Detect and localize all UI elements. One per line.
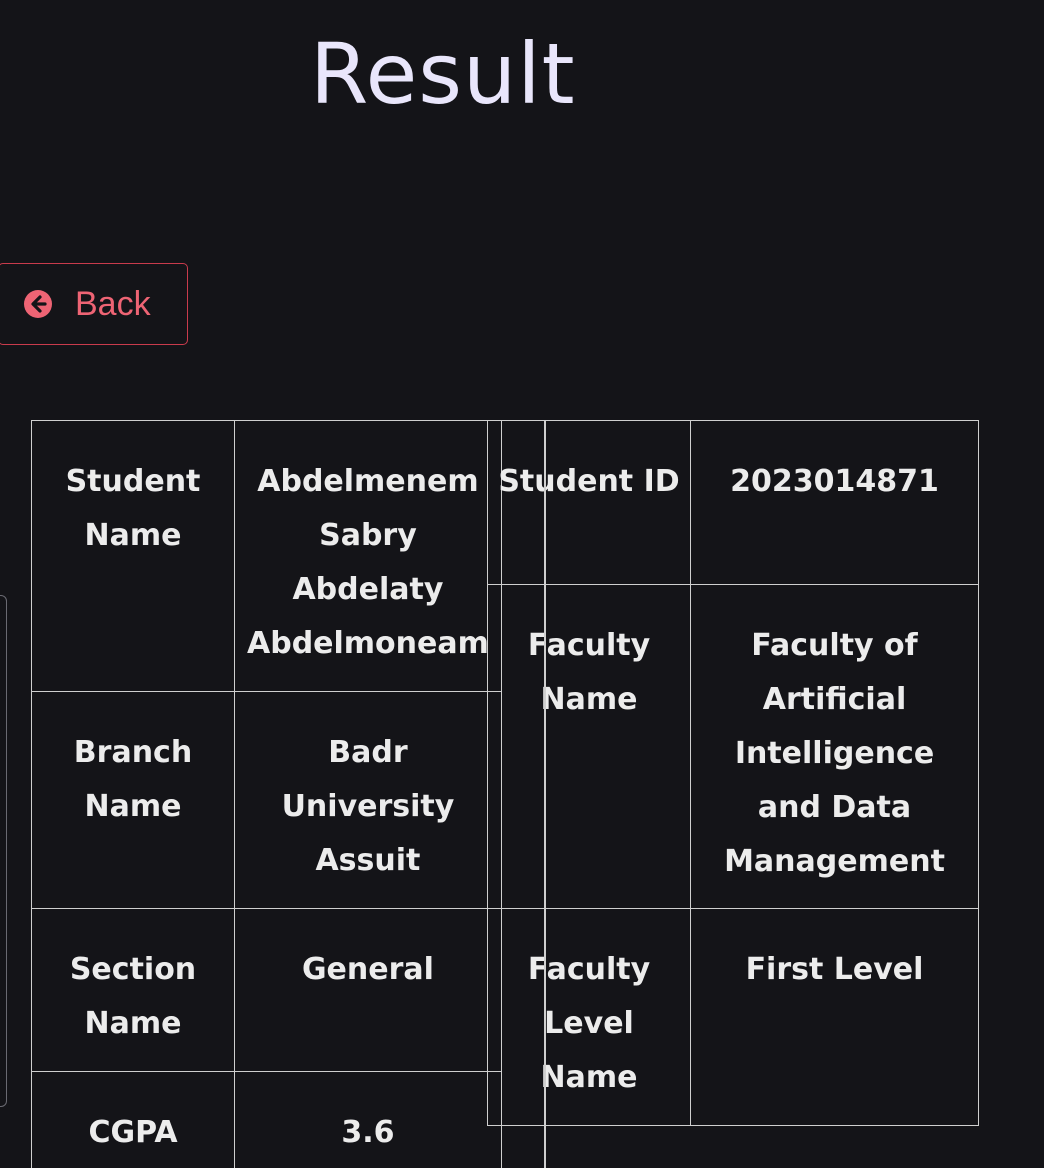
cgpa-label: CGPA	[31, 1071, 235, 1168]
table-row: Branch Name Badr University Assuit	[31, 691, 502, 909]
table-row: CGPA 3.6	[31, 1071, 502, 1168]
branch-name-value: Badr University Assuit	[234, 691, 502, 909]
back-button[interactable]: Back	[0, 263, 188, 345]
section-name-label: Section Name	[31, 908, 235, 1072]
section-name-value: General	[234, 908, 502, 1072]
faculty-name-label: Faculty Name	[487, 584, 691, 909]
student-info-table: Student Name Abdelmenem Sabry Abdelaty A…	[31, 420, 502, 1168]
arrow-circle-left-icon	[23, 289, 53, 319]
student-name-label: Student Name	[31, 420, 235, 692]
result-page: Result Back Student Name Abdelmenem Sabr…	[0, 0, 1044, 1168]
table-row: Faculty Name Faculty of Artificial Intel…	[487, 584, 979, 909]
cgpa-value: 3.6	[234, 1071, 502, 1168]
side-panel-edge	[0, 595, 7, 1107]
branch-name-label: Branch Name	[31, 691, 235, 909]
faculty-name-value: Faculty of Artificial Intelligence and D…	[690, 584, 979, 909]
table-row: Faculty Level Name First Level	[487, 908, 979, 1126]
page-title: Result	[310, 25, 576, 123]
back-button-label: Back	[75, 284, 151, 323]
faculty-level-value: First Level	[690, 908, 979, 1126]
table-row: Student Name Abdelmenem Sabry Abdelaty A…	[31, 420, 502, 692]
table-row: Student ID 2023014871	[487, 420, 979, 585]
table-row: Section Name General	[31, 908, 502, 1072]
student-id-value: 2023014871	[690, 420, 979, 585]
faculty-level-label: Faculty Level Name	[487, 908, 691, 1126]
column-divider	[544, 420, 546, 1168]
student-name-value: Abdelmenem Sabry Abdelaty Abdelmoneam	[234, 420, 502, 692]
student-id-label: Student ID	[487, 420, 691, 585]
faculty-info-table: Student ID 2023014871 Faculty Name Facul…	[487, 420, 979, 1126]
